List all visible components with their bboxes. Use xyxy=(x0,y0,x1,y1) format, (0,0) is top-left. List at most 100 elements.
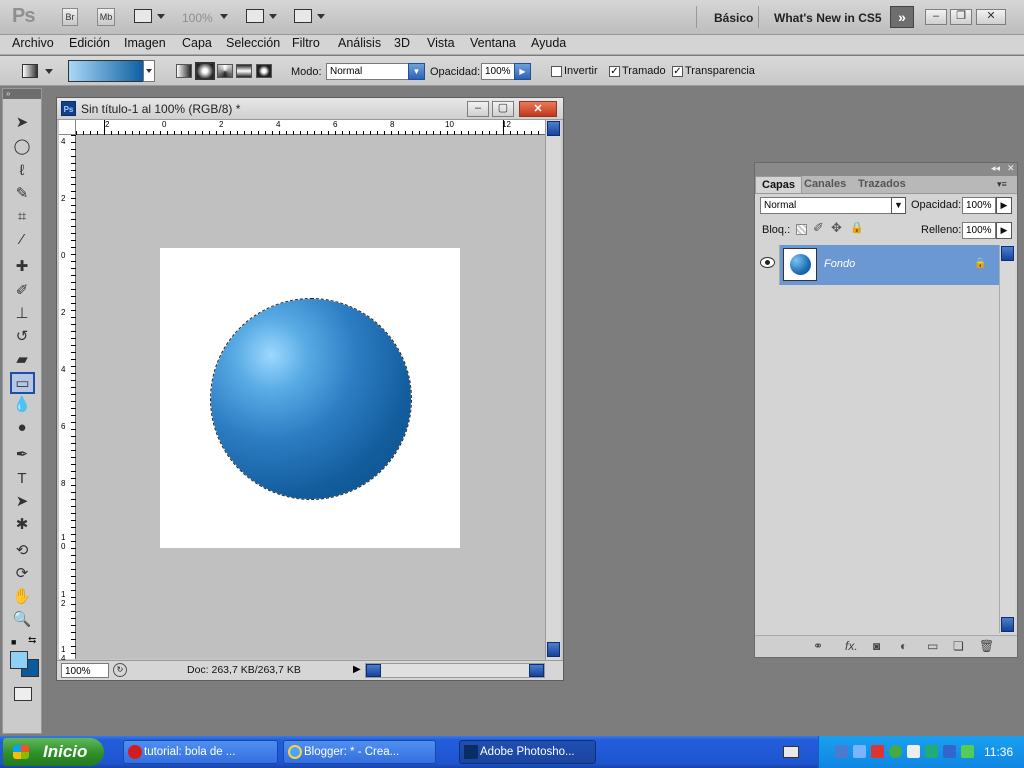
antivirus-icon[interactable] xyxy=(889,745,902,758)
eraser-icon[interactable]: ▰ xyxy=(11,350,33,370)
layer-opacity-field[interactable]: 100% xyxy=(962,197,996,214)
layer-style-fx-icon[interactable]: fx. xyxy=(845,639,858,653)
dodge-icon[interactable]: ● xyxy=(11,418,33,438)
path-selection-icon[interactable]: ➤ xyxy=(11,492,33,512)
tab-trazados[interactable]: Trazados xyxy=(852,176,912,193)
mode-dropdown-button[interactable]: ▼ xyxy=(408,63,425,80)
start-button[interactable]: Inicio xyxy=(3,738,104,766)
ruler-origin[interactable] xyxy=(59,120,76,135)
scroll-down-button[interactable] xyxy=(547,642,560,657)
pen-icon[interactable]: ✒ xyxy=(11,445,33,465)
menu-seleccion[interactable]: Selección xyxy=(226,36,280,50)
document-title-bar[interactable]: Ps Sin título-1 al 100% (RGB/8) * – ▢ ✕ xyxy=(57,98,563,120)
update-icon[interactable] xyxy=(925,745,938,758)
minimize-document-button[interactable]: – xyxy=(467,101,489,117)
launch-mini-bridge-button[interactable]: Mb xyxy=(97,8,115,26)
close-document-button[interactable]: ✕ xyxy=(519,101,557,117)
menu-analisis[interactable]: Análisis xyxy=(338,36,381,50)
add-mask-icon[interactable]: ◙ xyxy=(873,639,880,653)
menu-ventana[interactable]: Ventana xyxy=(470,36,516,50)
tab-capas[interactable]: Capas xyxy=(755,176,803,193)
scroll-right-button[interactable] xyxy=(529,664,544,677)
screen-mode-dropdown-icon[interactable] xyxy=(317,14,325,19)
minimize-app-button[interactable]: – xyxy=(925,9,947,25)
3d-rotate-icon[interactable]: ⟲ xyxy=(11,541,33,561)
view-extras-dropdown-icon[interactable] xyxy=(157,14,165,19)
mode-select[interactable]: Normal xyxy=(326,63,409,80)
swap-colors-icon[interactable]: ⇆ xyxy=(28,635,36,646)
taskbar-item-opera[interactable]: tutorial: bola de ... xyxy=(123,740,278,764)
keyboard-language-icon[interactable] xyxy=(783,746,799,758)
zoom-dropdown-icon[interactable] xyxy=(220,14,228,19)
collapse-toolbar-icon[interactable]: » xyxy=(3,89,41,99)
workspace-whats-new[interactable]: What's New in CS5 xyxy=(774,11,882,25)
opacity-field[interactable]: 100% xyxy=(481,63,515,80)
gradient-picker-swatch[interactable] xyxy=(68,60,144,82)
gradient-tool-icon[interactable]: ▭ xyxy=(10,372,35,394)
vertical-ruler[interactable]: 4 2 0 2 4 6 8 1 0 1 2 1 4 xyxy=(59,135,76,663)
launch-bridge-button[interactable]: Br xyxy=(62,8,78,26)
move-tool-icon[interactable]: ➤ xyxy=(11,113,33,133)
close-panel-icon[interactable]: ✕ xyxy=(1007,163,1015,174)
layers-scroll-up-button[interactable] xyxy=(1001,246,1014,261)
network-icon[interactable] xyxy=(835,745,848,758)
quick-selection-icon[interactable]: ✎ xyxy=(11,184,33,204)
blend-mode-select[interactable]: Normal xyxy=(760,197,894,214)
gradient-picker-dropdown[interactable] xyxy=(143,60,155,82)
screen-mode-icon[interactable] xyxy=(294,9,312,23)
zoom-level[interactable]: 100% xyxy=(182,11,213,25)
messenger-icon[interactable] xyxy=(943,745,956,758)
opacity-slider-button[interactable]: ▶ xyxy=(514,63,531,80)
arrange-dropdown-icon[interactable] xyxy=(269,14,277,19)
tool-preset-dropdown-icon[interactable] xyxy=(45,69,53,74)
more-workspaces-button[interactable]: » xyxy=(890,6,914,28)
close-app-button[interactable]: ✕ xyxy=(976,9,1006,25)
menu-archivo[interactable]: Archivo xyxy=(12,36,54,50)
adjustment-layer-icon[interactable]: ◐ xyxy=(900,639,907,653)
lock-image-pixels-icon[interactable]: ✐ xyxy=(813,220,824,236)
blur-icon[interactable]: 💧 xyxy=(11,395,33,415)
fill-slider-icon[interactable]: ▶ xyxy=(996,222,1012,239)
new-group-icon[interactable]: ▭ xyxy=(927,639,938,653)
transparency-checkbox[interactable]: ✓ xyxy=(672,66,683,77)
diamond-gradient-button[interactable] xyxy=(256,64,272,78)
scroll-up-button[interactable] xyxy=(547,121,560,136)
zoom-field[interactable]: 100% xyxy=(61,663,109,678)
link-layers-icon[interactable]: ⚭ xyxy=(813,639,823,653)
security-alert-icon[interactable] xyxy=(871,745,884,758)
view-extras-icon[interactable] xyxy=(134,9,152,23)
scroll-left-button[interactable] xyxy=(366,664,381,677)
layer-name[interactable]: Fondo xyxy=(824,258,855,270)
dither-checkbox[interactable]: ✓ xyxy=(609,66,620,77)
document-canvas[interactable] xyxy=(160,248,460,548)
arrange-documents-icon[interactable] xyxy=(246,9,264,23)
clone-stamp-icon[interactable]: ⊥ xyxy=(11,304,33,324)
invert-checkbox[interactable] xyxy=(551,66,562,77)
usb-icon[interactable] xyxy=(853,745,866,758)
layer-visibility-toggle[interactable] xyxy=(756,245,780,285)
vertical-scrollbar[interactable] xyxy=(545,120,561,660)
restore-app-button[interactable]: ❐ xyxy=(950,9,972,25)
lasso-icon[interactable]: ℓ xyxy=(11,161,33,181)
volume-icon[interactable] xyxy=(907,745,920,758)
taskbar-item-blogger[interactable]: Blogger: * - Crea... xyxy=(283,740,436,764)
horizontal-ruler[interactable]: 2 0 2 4 6 8 10 12 xyxy=(76,120,545,135)
layers-scrollbar[interactable] xyxy=(999,245,1015,633)
brush-icon[interactable]: ✐ xyxy=(11,281,33,301)
foreground-color-swatch[interactable] xyxy=(10,651,28,669)
gradient-sphere-selection[interactable] xyxy=(210,298,412,500)
menu-ayuda[interactable]: Ayuda xyxy=(531,36,566,50)
lock-transparent-pixels-icon[interactable] xyxy=(796,224,807,235)
reflected-gradient-button[interactable] xyxy=(236,64,252,78)
radial-gradient-button[interactable] xyxy=(195,62,215,80)
linear-gradient-button[interactable] xyxy=(176,64,192,78)
taskbar-item-photoshop[interactable]: Adobe Photosho... xyxy=(459,740,596,764)
menu-imagen[interactable]: Imagen xyxy=(124,36,166,50)
quick-mask-icon[interactable] xyxy=(14,687,32,701)
menu-3d[interactable]: 3D xyxy=(394,36,410,50)
horizontal-scrollbar[interactable] xyxy=(365,663,545,678)
crop-icon[interactable]: ⌗ xyxy=(11,207,33,227)
healing-brush-icon[interactable]: ✚ xyxy=(11,257,33,277)
sync-icon[interactable] xyxy=(961,745,974,758)
status-menu-arrow-icon[interactable]: ▶ xyxy=(353,664,361,675)
